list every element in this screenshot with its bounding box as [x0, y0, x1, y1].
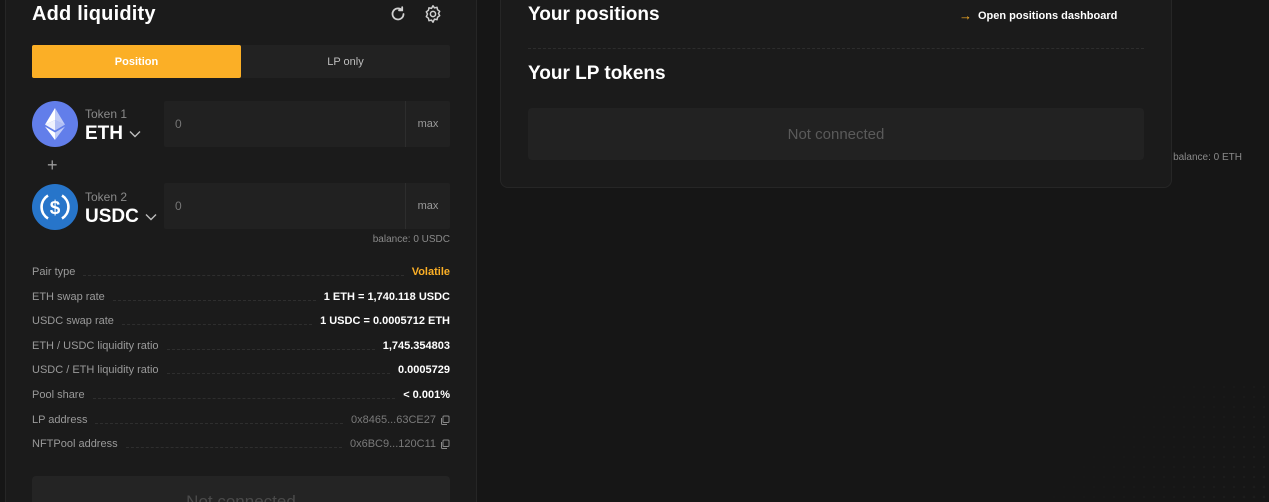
detail-row-usdc-swap-rate: USDC swap rate 1 USDC = 0.0005712 ETH	[32, 313, 450, 329]
your-positions-title: Your positions	[528, 4, 660, 25]
detail-row-pair-type: Pair type Volatile	[32, 264, 450, 280]
copy-icon[interactable]	[440, 439, 450, 449]
detail-value: < 0.001%	[403, 389, 450, 401]
detail-label: Pool share	[32, 389, 85, 401]
tab-lp-only[interactable]: LP only	[241, 45, 450, 78]
detail-row-eth-usdc-ratio: ETH / USDC liquidity ratio 1,745.354803	[32, 338, 450, 354]
token1-symbol: ETH	[85, 123, 123, 144]
plus-icon: +	[47, 155, 58, 175]
nftpool-address-value: 0x6BC9...120C11	[349, 438, 436, 450]
usdc-icon[interactable]: $	[32, 184, 78, 230]
token2-symbol: USDC	[85, 206, 139, 227]
detail-label: USDC swap rate	[32, 315, 114, 327]
divider	[528, 48, 1144, 49]
token1-max-button[interactable]: max	[405, 101, 450, 147]
token2-amount-input[interactable]	[164, 183, 404, 229]
token1-amount-box: max	[164, 101, 450, 147]
token2-balance: balance: 0 USDC	[372, 234, 450, 245]
lp-tokens-status: Not connected	[528, 108, 1144, 160]
detail-label: NFTPool address	[32, 438, 118, 450]
token1-balance: balance: 0 ETH	[1173, 152, 1242, 163]
tab-position[interactable]: Position	[32, 45, 241, 78]
token1-amount-input[interactable]	[164, 101, 404, 147]
detail-label: ETH / USDC liquidity ratio	[32, 340, 159, 352]
detail-value: 1 ETH = 1,740.118 USDC	[323, 291, 450, 303]
detail-value: 0.0005729	[398, 364, 450, 376]
detail-value: 1,745.354803	[382, 340, 450, 352]
detail-value: 1 USDC = 0.0005712 ETH	[320, 315, 450, 327]
svg-text:$: $	[50, 198, 61, 219]
token2-amount-box: max	[164, 183, 450, 229]
your-lp-tokens-title: Your LP tokens	[528, 63, 666, 84]
detail-row-usdc-eth-ratio: USDC / ETH liquidity ratio 0.0005729	[32, 362, 450, 378]
arrow-right-icon: →	[959, 8, 972, 23]
token2-selector[interactable]: USDC	[85, 206, 157, 228]
detail-label: LP address	[32, 414, 88, 426]
mode-tabs: Position LP only	[32, 45, 450, 78]
eth-icon[interactable]	[32, 101, 78, 147]
token1-selector[interactable]: ETH	[85, 123, 141, 145]
detail-row-lp-address: LP address 0x8465...63CE27	[32, 412, 450, 428]
background-pattern	[1009, 382, 1269, 502]
detail-label: USDC / ETH liquidity ratio	[32, 364, 159, 376]
token2-caption: Token 2	[85, 190, 128, 204]
open-positions-dashboard-link[interactable]: → Open positions dashboard	[959, 8, 1117, 23]
dashboard-link-label: Open positions dashboard	[978, 9, 1118, 22]
connect-button[interactable]: Not connected	[32, 476, 450, 502]
detail-label: Pair type	[32, 266, 76, 278]
lp-address-value: 0x8465...63CE27	[350, 414, 436, 426]
refresh-icon[interactable]	[388, 4, 408, 24]
token1-caption: Token 1	[85, 107, 128, 121]
settings-gear-icon[interactable]	[423, 4, 443, 24]
chevron-down-icon	[129, 131, 141, 138]
detail-row-nftpool-address: NFTPool address 0x6BC9...120C11	[32, 436, 450, 452]
detail-row-pool-share: Pool share < 0.001%	[32, 387, 450, 403]
detail-label: ETH swap rate	[32, 291, 105, 303]
token2-max-button[interactable]: max	[405, 183, 450, 229]
chevron-down-icon	[145, 214, 157, 221]
page-title: Add liquidity	[32, 3, 156, 25]
pair-type-value: Volatile	[411, 266, 450, 278]
detail-row-eth-swap-rate: ETH swap rate 1 ETH = 1,740.118 USDC	[32, 289, 450, 305]
copy-icon[interactable]	[440, 415, 450, 425]
